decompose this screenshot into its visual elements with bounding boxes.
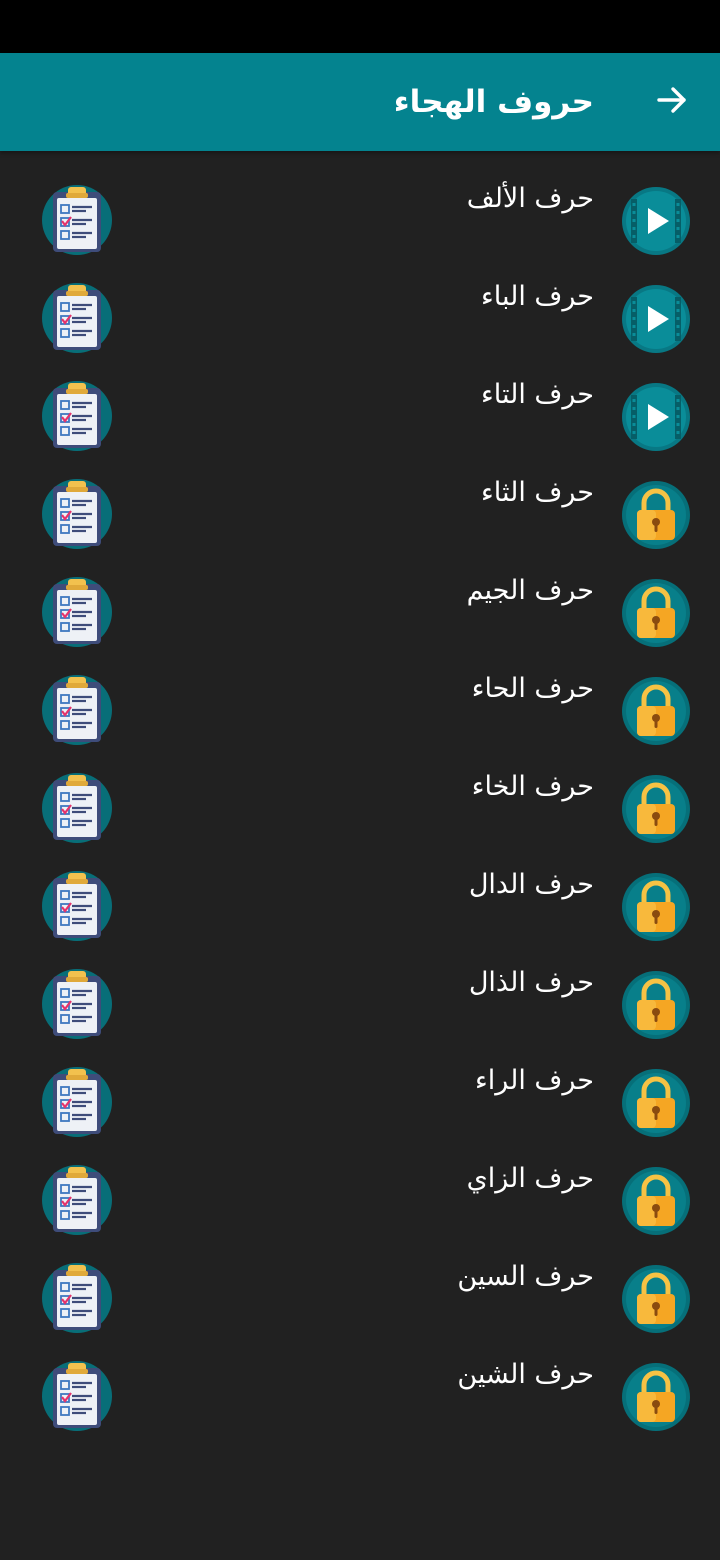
clipboard-quiz-icon[interactable] <box>40 967 114 1041</box>
list-item[interactable]: حرف الدال <box>0 837 720 941</box>
list-item[interactable]: حرف التاء <box>0 347 720 451</box>
letters-list: حرف الألف حرف الباء حرف التاء حرف الثاء … <box>0 151 720 1431</box>
list-item[interactable]: حرف الباء <box>0 249 720 353</box>
app-bar: حروف الهجاء <box>0 53 720 151</box>
clipboard-quiz-icon[interactable] <box>40 1065 114 1139</box>
padlock-icon[interactable] <box>620 969 692 1041</box>
play-video-icon[interactable] <box>620 283 692 355</box>
list-item[interactable]: حرف الخاء <box>0 739 720 843</box>
padlock-icon[interactable] <box>620 577 692 649</box>
clipboard-quiz-icon[interactable] <box>40 1163 114 1237</box>
list-item[interactable]: حرف الزاي <box>0 1131 720 1235</box>
padlock-icon[interactable] <box>620 871 692 943</box>
clipboard-quiz-icon[interactable] <box>40 673 114 747</box>
padlock-icon[interactable] <box>620 675 692 747</box>
letter-label: حرف التاء <box>481 379 594 410</box>
letter-label: حرف الألف <box>466 183 594 214</box>
clipboard-quiz-icon[interactable] <box>40 379 114 453</box>
list-item[interactable]: حرف الجيم <box>0 543 720 647</box>
padlock-icon[interactable] <box>620 1361 692 1433</box>
letter-label: حرف الدال <box>468 869 594 900</box>
padlock-icon[interactable] <box>620 1165 692 1237</box>
clipboard-quiz-icon[interactable] <box>40 869 114 943</box>
play-video-icon[interactable] <box>620 381 692 453</box>
letter-label: حرف الحاء <box>471 673 594 704</box>
letter-label: حرف الباء <box>481 281 594 312</box>
list-item[interactable]: حرف الحاء <box>0 641 720 745</box>
clipboard-quiz-icon[interactable] <box>40 183 114 257</box>
arrow-right-icon <box>655 83 689 121</box>
letter-label: حرف السين <box>457 1261 594 1292</box>
page-title: حروف الهجاء <box>393 84 594 120</box>
clipboard-quiz-icon[interactable] <box>40 477 114 551</box>
list-item[interactable]: حرف الثاء <box>0 445 720 549</box>
clipboard-quiz-icon[interactable] <box>40 1261 114 1335</box>
padlock-icon[interactable] <box>620 479 692 551</box>
clipboard-quiz-icon[interactable] <box>40 1359 114 1433</box>
padlock-icon[interactable] <box>620 1067 692 1139</box>
letter-label: حرف الذال <box>468 967 594 998</box>
play-video-icon[interactable] <box>620 185 692 257</box>
clipboard-quiz-icon[interactable] <box>40 281 114 355</box>
list-item[interactable]: حرف الألف <box>0 151 720 255</box>
list-item[interactable]: حرف السين <box>0 1229 720 1333</box>
list-item[interactable]: حرف الذال <box>0 935 720 1039</box>
letter-label: حرف الشين <box>457 1359 594 1390</box>
status-bar <box>0 0 720 53</box>
letter-label: حرف الزاي <box>466 1163 594 1194</box>
clipboard-quiz-icon[interactable] <box>40 771 114 845</box>
back-button[interactable] <box>650 80 694 124</box>
clipboard-quiz-icon[interactable] <box>40 575 114 649</box>
letter-label: حرف الراء <box>475 1065 594 1096</box>
padlock-icon[interactable] <box>620 773 692 845</box>
list-item[interactable]: حرف الشين <box>0 1327 720 1431</box>
list-item[interactable]: حرف الراء <box>0 1033 720 1137</box>
letter-label: حرف الثاء <box>481 477 594 508</box>
letter-label: حرف الخاء <box>471 771 594 802</box>
letter-label: حرف الجيم <box>466 575 594 606</box>
padlock-icon[interactable] <box>620 1263 692 1335</box>
